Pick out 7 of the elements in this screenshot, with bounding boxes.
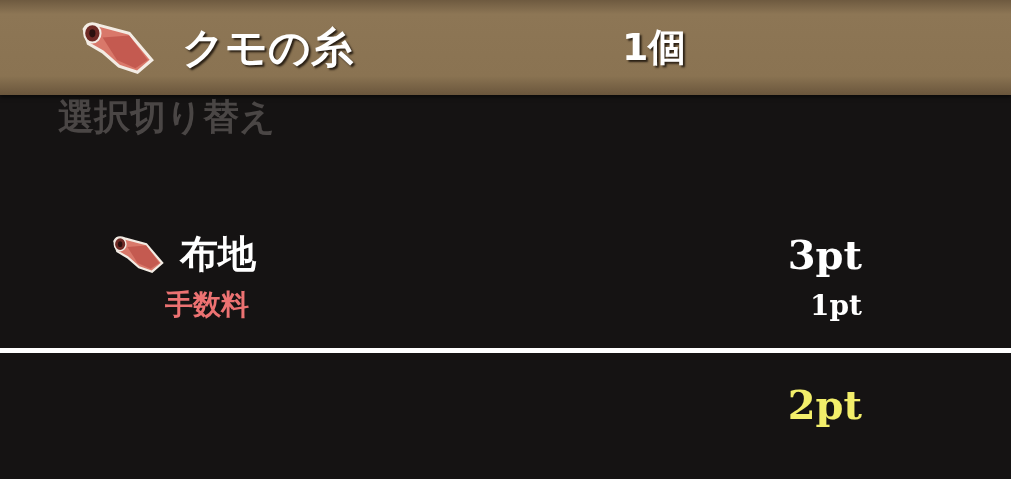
item-name: クモの糸	[182, 21, 354, 74]
total-points: 2pt	[787, 381, 862, 428]
fee-label: 手数料	[165, 287, 249, 323]
material-name: 布地	[180, 231, 256, 278]
material-points: 3pt	[787, 231, 862, 278]
item-count: 1個	[622, 24, 687, 71]
fee-points: 1pt	[810, 288, 862, 322]
